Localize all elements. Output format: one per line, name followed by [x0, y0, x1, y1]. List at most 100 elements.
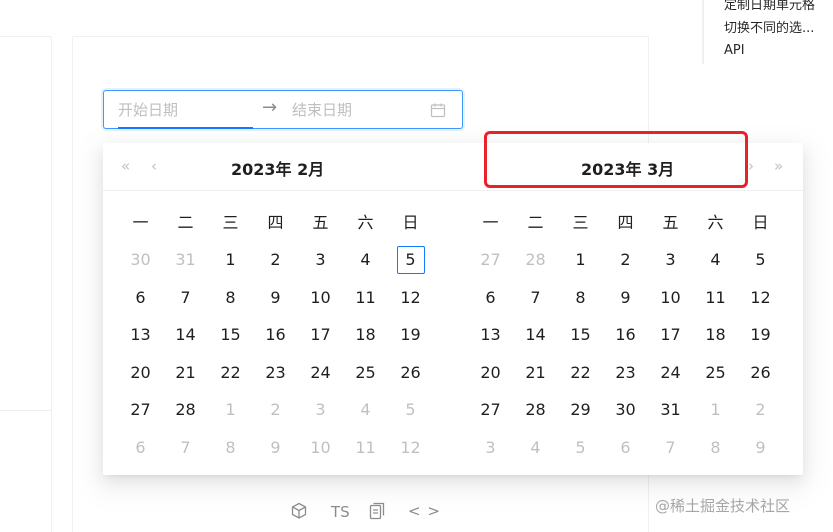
day-cell[interactable]: 26 — [738, 354, 783, 392]
day-cell[interactable]: 3 — [298, 241, 343, 279]
day-cell[interactable]: 17 — [298, 316, 343, 354]
day-cell[interactable]: 26 — [388, 354, 433, 392]
day-cell[interactable]: 24 — [298, 354, 343, 392]
day-cell[interactable]: 18 — [343, 316, 388, 354]
day-cell[interactable]: 9 — [738, 429, 783, 467]
day-cell[interactable]: 14 — [163, 316, 208, 354]
day-cell[interactable]: 28 — [163, 391, 208, 429]
ts-icon[interactable]: TS — [331, 503, 350, 521]
day-cell[interactable]: 8 — [693, 429, 738, 467]
day-cell[interactable]: 7 — [513, 279, 558, 317]
day-cell[interactable]: 25 — [343, 354, 388, 392]
codesandbox-icon[interactable] — [290, 502, 308, 520]
day-cell[interactable]: 28 — [513, 391, 558, 429]
day-cell[interactable]: 2 — [253, 391, 298, 429]
day-cell[interactable]: 19 — [388, 316, 433, 354]
day-cell[interactable]: 1 — [208, 391, 253, 429]
day-cell[interactable]: 5 — [738, 241, 783, 279]
copy-icon[interactable] — [369, 502, 385, 520]
day-cell[interactable]: 2 — [603, 241, 648, 279]
day-cell[interactable]: 11 — [693, 279, 738, 317]
day-cell[interactable]: 18 — [693, 316, 738, 354]
day-cell[interactable]: 27 — [118, 391, 163, 429]
day-cell[interactable]: 28 — [513, 241, 558, 279]
day-cell[interactable]: 8 — [558, 279, 603, 317]
day-cell[interactable]: 5 — [388, 391, 433, 429]
day-cell[interactable]: 30 — [118, 241, 163, 279]
day-cell[interactable]: 4 — [343, 391, 388, 429]
code-icon[interactable]: < > — [408, 502, 441, 520]
prev-month-icon[interactable]: ‹ — [151, 157, 157, 175]
day-cell[interactable]: 27 — [468, 241, 513, 279]
day-cell[interactable]: 21 — [163, 354, 208, 392]
day-cell[interactable]: 9 — [253, 429, 298, 467]
super-prev-year-icon[interactable]: « — [121, 157, 130, 175]
day-cell[interactable]: 11 — [343, 279, 388, 317]
day-cell[interactable]: 23 — [253, 354, 298, 392]
calendar-icon[interactable] — [430, 102, 446, 118]
day-cell[interactable]: 22 — [208, 354, 253, 392]
day-cell[interactable]: 3 — [468, 429, 513, 467]
range-picker[interactable]: → — [103, 90, 463, 129]
next-month-icon[interactable]: › — [748, 157, 754, 175]
day-cell[interactable]: 22 — [558, 354, 603, 392]
day-cell[interactable]: 3 — [648, 241, 693, 279]
day-cell[interactable]: 3 — [298, 391, 343, 429]
day-cell[interactable]: 7 — [163, 429, 208, 467]
anchor-item-api[interactable]: API — [724, 43, 745, 58]
day-cell[interactable]: 4 — [693, 241, 738, 279]
day-cell[interactable]: 4 — [513, 429, 558, 467]
day-cell[interactable]: 8 — [208, 429, 253, 467]
day-cell[interactable]: 1 — [693, 391, 738, 429]
day-cell[interactable]: 7 — [648, 429, 693, 467]
day-cell[interactable]: 24 — [648, 354, 693, 392]
day-cell[interactable]: 15 — [208, 316, 253, 354]
day-cell[interactable]: 6 — [603, 429, 648, 467]
day-cell[interactable]: 11 — [343, 429, 388, 467]
day-cell[interactable]: 1 — [208, 241, 253, 279]
day-cell[interactable]: 15 — [558, 316, 603, 354]
day-cell[interactable]: 20 — [118, 354, 163, 392]
day-cell-today[interactable]: 5 — [388, 241, 433, 279]
super-next-year-icon[interactable]: » — [774, 157, 783, 175]
day-cell[interactable]: 21 — [513, 354, 558, 392]
day-cell[interactable]: 10 — [298, 279, 343, 317]
day-cell[interactable]: 2 — [253, 241, 298, 279]
day-cell[interactable]: 13 — [118, 316, 163, 354]
day-cell[interactable]: 9 — [253, 279, 298, 317]
day-cell[interactable]: 30 — [603, 391, 648, 429]
day-cell[interactable]: 31 — [163, 241, 208, 279]
day-cell[interactable]: 20 — [468, 354, 513, 392]
day-cell[interactable]: 12 — [388, 279, 433, 317]
end-date-input[interactable] — [292, 99, 422, 121]
day-cell[interactable]: 29 — [558, 391, 603, 429]
anchor-item-switch-picker[interactable]: 切换不同的选... — [724, 17, 814, 36]
left-month-title[interactable]: 2023年 2月 — [231, 156, 324, 180]
day-cell[interactable]: 25 — [693, 354, 738, 392]
day-cell[interactable]: 10 — [648, 279, 693, 317]
start-date-input[interactable] — [118, 99, 254, 121]
day-cell[interactable]: 6 — [118, 429, 163, 467]
day-cell[interactable]: 16 — [253, 316, 298, 354]
day-cell[interactable]: 31 — [648, 391, 693, 429]
day-cell[interactable]: 23 — [603, 354, 648, 392]
day-cell[interactable]: 8 — [208, 279, 253, 317]
day-cell[interactable]: 2 — [738, 391, 783, 429]
day-cell[interactable]: 7 — [163, 279, 208, 317]
day-cell[interactable]: 19 — [738, 316, 783, 354]
day-cell[interactable]: 13 — [468, 316, 513, 354]
day-cell[interactable]: 6 — [468, 279, 513, 317]
day-cell[interactable]: 1 — [558, 241, 603, 279]
day-cell[interactable]: 10 — [298, 429, 343, 467]
anchor-item-custom-cell[interactable]: 定制日期单元格 — [724, 0, 815, 13]
day-cell[interactable]: 6 — [118, 279, 163, 317]
day-cell[interactable]: 16 — [603, 316, 648, 354]
day-cell[interactable]: 5 — [558, 429, 603, 467]
day-cell[interactable]: 12 — [738, 279, 783, 317]
day-cell[interactable]: 12 — [388, 429, 433, 467]
day-cell[interactable]: 4 — [343, 241, 388, 279]
day-cell[interactable]: 27 — [468, 391, 513, 429]
day-cell[interactable]: 17 — [648, 316, 693, 354]
day-cell[interactable]: 14 — [513, 316, 558, 354]
day-cell[interactable]: 9 — [603, 279, 648, 317]
